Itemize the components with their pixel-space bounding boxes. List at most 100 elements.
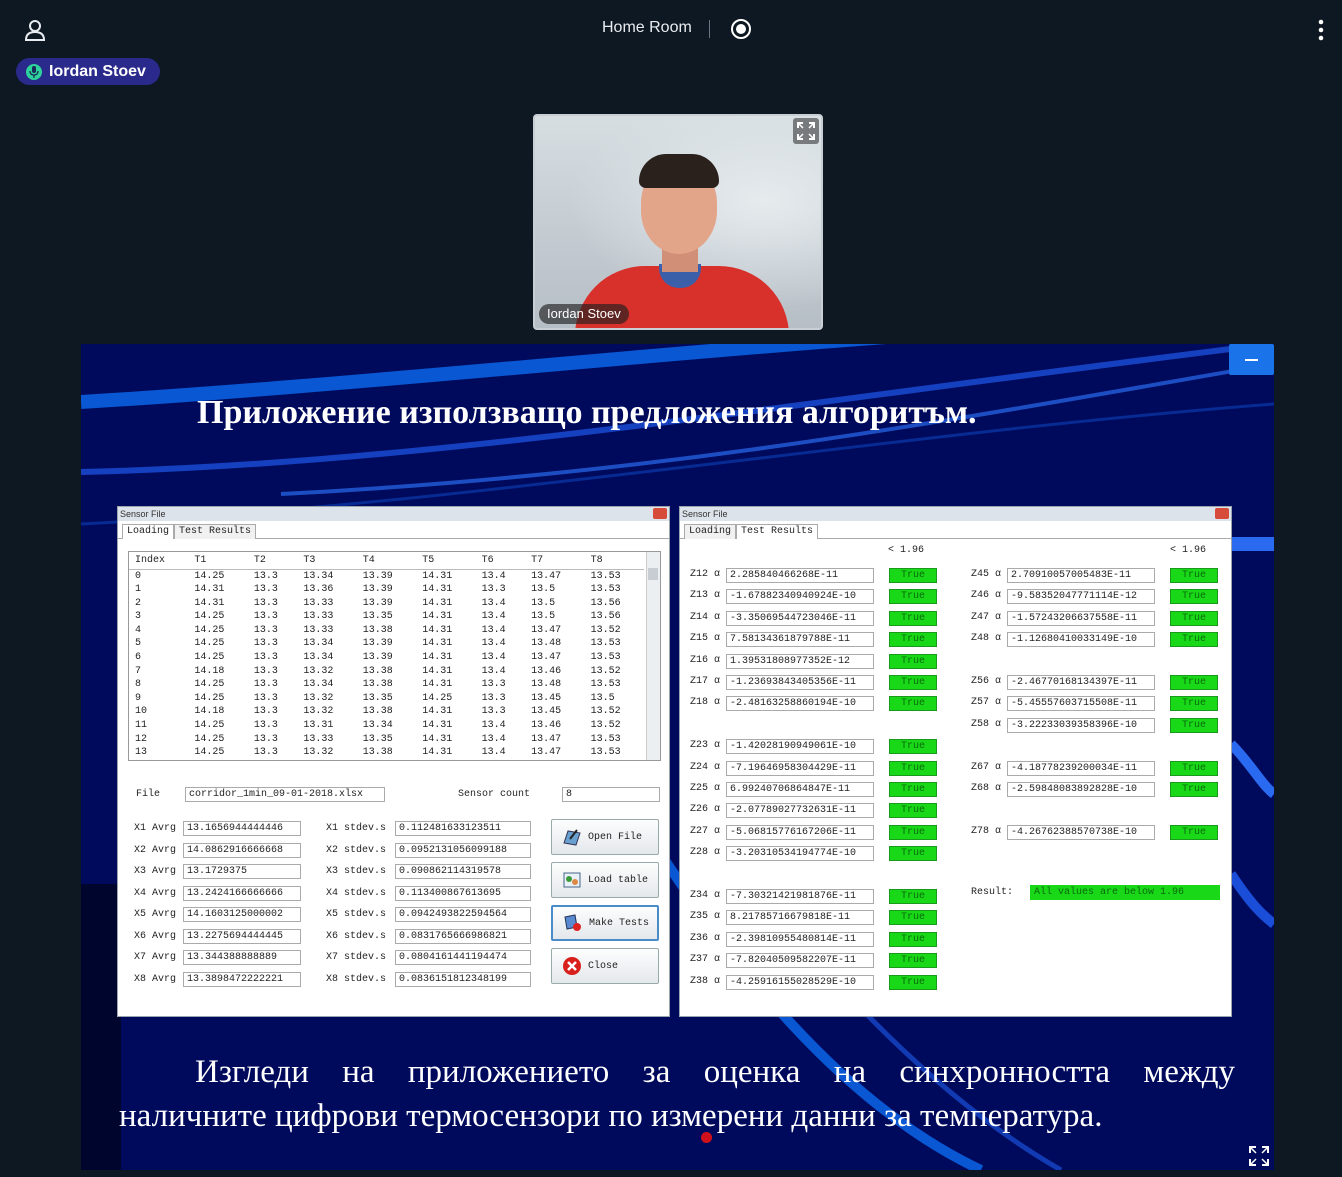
stdev-label: X4 stdev.s	[326, 887, 387, 899]
stdev-field[interactable]: 0.0942493822594564	[395, 907, 531, 922]
stdev-field[interactable]: 0.113400867613695	[395, 885, 531, 901]
z-value-field[interactable]: -1.57243206637558E-11	[1007, 610, 1155, 626]
table-row[interactable]: 12 14.25 13.3 13.33 13.35 14.31 13.4 13.47 13.53	[129, 733, 644, 747]
z-value-field[interactable]: -2.59848083892828E-10	[1007, 782, 1155, 797]
z-label: Z37 α	[690, 954, 721, 966]
make-tests-button[interactable]: Make Tests	[551, 905, 659, 941]
table-row[interactable]: 5 14.25 13.3 13.34 13.39 14.31 13.4 13.48 13.53	[129, 637, 644, 651]
make-tests-label: Make Tests	[589, 917, 650, 929]
table-row[interactable]: 13 14.25 13.3 13.32 13.38 14.31 13.4 13.47 13.53	[129, 746, 644, 760]
scrollbar-thumb[interactable]	[648, 568, 658, 580]
stdev-field[interactable]: 0.090862114319578	[395, 864, 531, 879]
table-row[interactable]: 9 14.25 13.3 13.32 13.35 14.25 13.3 13.45 13.5	[129, 692, 644, 706]
presentation-fullscreen-icon[interactable]	[1245, 1142, 1273, 1170]
z-value-field[interactable]: 7.58134361879788E-11	[726, 632, 874, 648]
table-cell: 13.47	[531, 624, 562, 636]
avg-field[interactable]: 13.3898472222221	[183, 971, 301, 987]
tab-loading[interactable]: Loading	[684, 524, 737, 539]
z-value-field[interactable]: -9.58352047771114E-12	[1007, 589, 1155, 605]
open-file-button[interactable]: Open File	[551, 819, 659, 855]
tab-loading[interactable]: Loading	[122, 524, 175, 539]
stdev-field[interactable]: 0.0804161441194474	[395, 950, 531, 965]
participant-video-tile[interactable]: Iordan Stoev	[533, 114, 823, 330]
tab-test-results[interactable]: Test Results	[736, 524, 819, 539]
z-value-field[interactable]: -2.39810955480814E-11	[726, 931, 874, 947]
stdev-field[interactable]: 0.0831765666986821	[395, 928, 531, 944]
table-cell: 14.18	[194, 665, 225, 677]
table-row[interactable]: 11 14.25 13.3 13.31 13.34 14.31 13.4 13.46 13.52	[129, 719, 644, 733]
z-value-field[interactable]: -1.42028190949061E-10	[726, 739, 874, 755]
z-value-field[interactable]: -2.48163258860194E-10	[726, 696, 874, 712]
avg-label: X5 Avrg	[134, 909, 177, 920]
z-value-field[interactable]: -5.06815776167206E-11	[726, 824, 874, 840]
z-label: Z24 α	[690, 761, 721, 773]
table-row[interactable]: 4 14.25 13.3 13.33 13.38 14.31 13.4 13.47 13.52	[129, 624, 644, 638]
z-value-field[interactable]: -2.46770168134397E-11	[1007, 675, 1155, 690]
table-cell: 13.46	[531, 665, 562, 677]
z-value-field[interactable]: -1.12680410033149E-10	[1007, 632, 1155, 648]
avg-field[interactable]: 14.1603125000002	[183, 907, 301, 922]
fullscreen-icon[interactable]	[793, 118, 819, 144]
table-row[interactable]: 6 14.25 13.3 13.34 13.39 14.31 13.4 13.47 13.53	[129, 651, 644, 665]
avg-field[interactable]: 13.2424166666666	[183, 885, 301, 901]
window-close-icon[interactable]	[653, 508, 667, 519]
avg-field[interactable]: 13.2275694444445	[183, 928, 301, 944]
table-cell: 10	[135, 706, 148, 718]
stdev-field[interactable]: 0.112481633123511	[395, 821, 531, 836]
z-value-field[interactable]: -4.25916155028529E-10	[726, 974, 874, 990]
z-value-field[interactable]: -1.23693843405356E-11	[726, 675, 874, 690]
table-cell: 6	[135, 652, 142, 664]
table-row[interactable]: 10 14.18 13.3 13.32 13.38 14.31 13.3 13.45 13.52	[129, 705, 644, 719]
table-cell: 13.39	[362, 570, 393, 582]
z-value-field[interactable]: -3.20310534194774E-10	[726, 846, 874, 862]
record-icon[interactable]	[730, 18, 752, 40]
avg-field[interactable]: 13.1656944444446	[183, 821, 301, 836]
table-row[interactable]: 3 14.25 13.3 13.33 13.35 14.31 13.4 13.5 13.56	[129, 610, 644, 624]
z-value-field[interactable]: -1.67882340940924E-10	[726, 589, 874, 605]
stdev-field[interactable]: 0.0952131056099188	[395, 842, 531, 858]
file-field[interactable]: corridor_1min_09-01-2018.xlsx	[185, 787, 385, 802]
z-label: Z17 α	[690, 676, 721, 687]
avg-field[interactable]: 14.0862916666668	[183, 842, 301, 858]
vertical-scrollbar[interactable]	[646, 552, 660, 760]
z-value-field[interactable]: -3.22233039358396E-10	[1007, 717, 1155, 733]
avg-field[interactable]: 13.1729375	[183, 864, 301, 879]
table-cell: 12	[135, 733, 148, 745]
z-value-field[interactable]: 8.21785716679818E-11	[726, 910, 874, 926]
table-row[interactable]: 1 14.31 13.3 13.36 13.39 14.31 13.3 13.5 13.53	[129, 583, 644, 597]
z-value-field[interactable]: -7.30321421981876E-11	[726, 889, 874, 904]
z-value-field[interactable]: -4.18778239200034E-11	[1007, 760, 1155, 776]
table-row[interactable]: 0 14.25 13.3 13.34 13.39 14.31 13.4 13.47 13.53	[129, 569, 644, 583]
sensor-count-field[interactable]: 8	[562, 787, 660, 802]
load-table-button[interactable]: Load table	[551, 862, 659, 898]
data-grid[interactable]: Index T1 T2 T3 T4 T5 T6 T7 T8 0 14.25 13.3 13.34 13.…	[128, 551, 661, 761]
z-value-field[interactable]: 6.99240706864847E-11	[726, 782, 874, 797]
z-label: Z46 α	[971, 590, 1002, 602]
more-options-icon[interactable]	[1310, 18, 1332, 42]
z-value-field[interactable]: 1.39531808977352E-12	[726, 653, 874, 669]
tab-test-results[interactable]: Test Results	[174, 524, 257, 539]
window-close-icon[interactable]	[1215, 508, 1229, 519]
avg-field[interactable]: 13.344388888889	[183, 950, 301, 965]
table-row[interactable]: 2 14.31 13.3 13.33 13.39 14.31 13.4 13.5 13.56	[129, 597, 644, 611]
z-value-field[interactable]: -4.26762388570738E-10	[1007, 824, 1155, 840]
z-value-field[interactable]: -7.82040509582207E-11	[726, 953, 874, 969]
collapse-button[interactable]	[1229, 344, 1274, 375]
table-row[interactable]: 7 14.18 13.3 13.32 13.38 14.31 13.4 13.46 13.52	[129, 665, 644, 679]
table-cell: 13.3	[253, 611, 278, 623]
loading-window: Sensor File Loading Test Results Index T1…	[117, 506, 670, 1017]
close-button[interactable]: Close	[551, 948, 659, 984]
z-value-field[interactable]: 2.285840466268E-11	[726, 568, 874, 583]
z-value-field[interactable]: -2.07789027732631E-11	[726, 803, 874, 819]
stdev-label: X1 stdev.s	[326, 823, 387, 834]
z-value-field[interactable]: 2.70910057005483E-11	[1007, 568, 1155, 583]
z-value-field[interactable]: -5.45557603715508E-11	[1007, 696, 1155, 712]
load-table-icon	[563, 872, 581, 888]
z-value-field[interactable]: -3.35069544723046E-11	[726, 610, 874, 626]
stdev-field[interactable]: 0.0836151812348199	[395, 971, 531, 987]
table-row[interactable]: 8 14.25 13.3 13.34 13.38 14.31 13.3 13.48 13.53	[129, 678, 644, 692]
user-icon[interactable]	[22, 17, 48, 43]
z-label: Z34 α	[690, 890, 721, 901]
file-label: File	[136, 789, 161, 800]
z-value-field[interactable]: -7.19646958304429E-11	[726, 760, 874, 776]
